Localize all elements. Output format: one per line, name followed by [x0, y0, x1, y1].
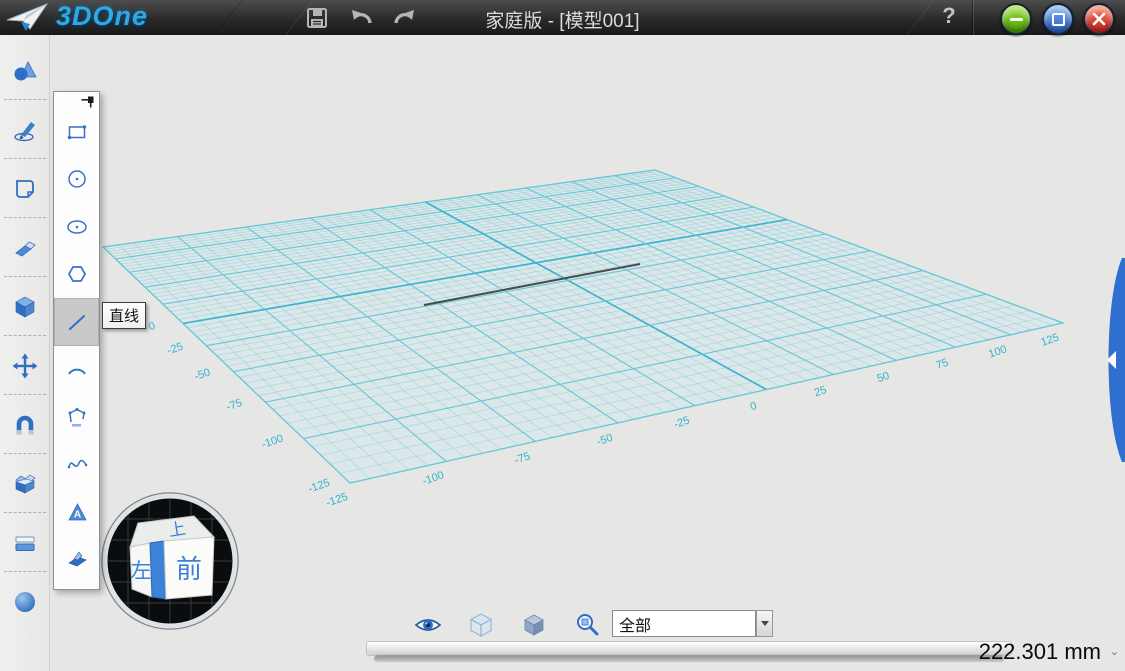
rectangle-tool-icon: [67, 125, 86, 139]
tool-spline[interactable]: [54, 441, 99, 489]
surface-sheet-icon: [16, 179, 34, 198]
sidebar-item-surface[interactable]: [0, 159, 50, 218]
close-icon: [1092, 12, 1106, 26]
shaded-cube-icon: [524, 614, 544, 636]
navcube-face-top[interactable]: 上: [167, 519, 187, 540]
reference-geometry-tool-icon: [67, 551, 87, 567]
tool-polyline[interactable]: [54, 393, 99, 441]
grid-axis-label: -75: [225, 397, 244, 414]
grid-axis-label: -100: [421, 469, 446, 488]
svg-text:A: A: [73, 509, 80, 520]
sidebar-item-move[interactable]: [0, 336, 50, 395]
wireframe-display-button[interactable]: [467, 612, 495, 638]
sidebar-item-sketch[interactable]: [0, 100, 50, 159]
navigation-cube[interactable]: 上 左 前: [98, 489, 242, 633]
zoom-button[interactable]: [573, 612, 601, 638]
tool-reference-geometry[interactable]: [54, 536, 99, 584]
grid-axis-label: -25: [166, 341, 185, 358]
line-tool-icon: [68, 314, 85, 330]
spline-tool-icon: [67, 460, 87, 469]
zoom-magnifier-icon: [577, 614, 599, 636]
grid-axis-label: -25: [672, 415, 691, 432]
grid-axis-label: -125: [307, 477, 332, 496]
main-toolbar: [0, 35, 50, 671]
maximize-icon: [1051, 12, 1065, 26]
filter-dropdown-arrow[interactable]: [756, 610, 773, 637]
sidebar-item-render[interactable]: [0, 572, 50, 631]
tool-rectangle[interactable]: [54, 108, 99, 156]
visibility-eye-icon: [414, 619, 442, 631]
tool-circle[interactable]: [54, 156, 99, 204]
navcube-cube[interactable]: 上 左 前: [129, 515, 216, 600]
minimize-icon: [1009, 17, 1023, 21]
render-sphere-icon: [15, 591, 35, 612]
measure-bars-icon: [15, 535, 35, 551]
navcube-face-left[interactable]: 左: [131, 560, 152, 583]
grid-axis-label: 75: [935, 357, 950, 372]
polyline-tool-icon: [68, 407, 85, 427]
move-arrows-icon: [12, 353, 38, 378]
pin-icon[interactable]: [80, 95, 96, 109]
text-tool-icon: A: [67, 502, 87, 520]
tool-arc[interactable]: [54, 346, 99, 394]
help-button[interactable]: ?: [938, 3, 960, 29]
sidebar-item-measure[interactable]: [0, 513, 50, 572]
feature-cube-icon: [15, 296, 35, 318]
right-panel-flyout[interactable]: [1099, 258, 1125, 462]
tool-ellipse[interactable]: [54, 203, 99, 251]
tooltip-line: 直线: [102, 302, 147, 329]
magnet-icon: [16, 415, 34, 434]
docked-panel-bar[interactable]: [366, 641, 1012, 656]
selection-filter-dropdown[interactable]: 全部: [612, 610, 756, 637]
grid-axis-label: -50: [193, 367, 212, 384]
circle-tool-icon: [67, 170, 86, 188]
sidebar-item-constraints[interactable]: [0, 395, 50, 454]
primitive-solids-icon: [14, 60, 37, 80]
minimize-button[interactable]: [1000, 3, 1032, 35]
sidebar-item-combine[interactable]: [0, 454, 50, 513]
maximize-button[interactable]: [1042, 3, 1074, 35]
visibility-button[interactable]: [414, 612, 442, 638]
titlebar-separator: [973, 0, 974, 35]
grid-axis-label: -100: [260, 432, 285, 451]
measurement-readout: 222.301 mm: [978, 639, 1101, 664]
tool-text[interactable]: A: [54, 488, 99, 536]
ellipse-tool-icon: [66, 220, 87, 234]
tool-polygon[interactable]: [54, 251, 99, 299]
grid-axis-label: 0: [749, 400, 759, 413]
units-expand-icon[interactable]: ⌄: [1110, 647, 1119, 658]
grid-axis-label: 125: [1039, 332, 1060, 349]
docked-panel-shadow: [374, 655, 1004, 662]
wireframe-cube-icon: [469, 613, 493, 638]
grid-axis-label: -75: [513, 450, 532, 467]
grid-axis-label: -50: [595, 432, 614, 449]
navcube-face-front[interactable]: 前: [176, 554, 202, 584]
grid-axis-label: 100: [987, 343, 1008, 360]
combine-box-icon: [15, 474, 36, 494]
grid-axis-label: -125: [325, 491, 350, 510]
sketch-tools-flyout: A: [53, 91, 100, 590]
arc-tool-icon: [67, 368, 86, 375]
polygon-tool-icon: [67, 266, 86, 283]
grid-axis-label: 25: [813, 384, 828, 399]
grid-axis-label: 0: [147, 320, 157, 333]
title-bar: 3DOne 家庭版 - [模型001] ?: [0, 0, 1125, 35]
special-edit-icon: [15, 241, 36, 256]
sketch-pencil-icon: [14, 121, 35, 141]
tool-line[interactable]: [54, 298, 99, 346]
grid-axis-label: 50: [876, 370, 891, 385]
sidebar-item-special-edit[interactable]: [0, 218, 50, 277]
sidebar-item-primitives[interactable]: [0, 41, 50, 100]
display-toolbar: [414, 610, 601, 640]
close-button[interactable]: [1083, 3, 1115, 35]
sidebar-item-features[interactable]: [0, 277, 50, 336]
shaded-display-button[interactable]: [520, 612, 548, 638]
